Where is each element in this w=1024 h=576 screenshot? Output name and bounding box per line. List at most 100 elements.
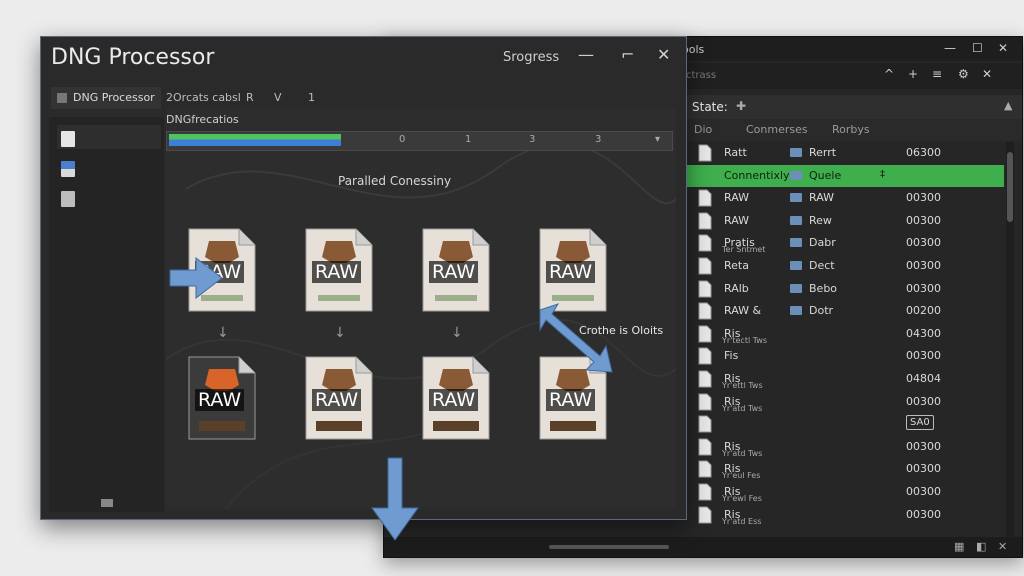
folder-icon xyxy=(790,193,802,203)
file-row[interactable]: SA0 xyxy=(684,413,1004,435)
file-row[interactable]: RAW RAW 00300 xyxy=(684,187,1004,209)
document-icon xyxy=(698,325,712,343)
pin-icon[interactable]: ✚ xyxy=(736,99,746,113)
minimize-button[interactable]: — xyxy=(578,45,594,64)
file-row[interactable]: Ris Yr'atd Tws 00300 xyxy=(684,436,1004,458)
file-value: 00300 xyxy=(906,462,941,476)
file-name: Ris Yr'ewl Fes xyxy=(722,485,762,503)
progress-title: Srogress xyxy=(503,50,560,65)
document-icon xyxy=(698,393,712,411)
tab[interactable]: V xyxy=(274,91,282,104)
vertical-scrollbar[interactable] xyxy=(1006,142,1014,537)
tab[interactable]: 1 xyxy=(308,91,315,104)
minimize-button[interactable]: — xyxy=(944,41,956,55)
raw-file-icon[interactable]: RAW xyxy=(421,355,491,441)
file-row[interactable]: Ris Yr'ewl Fes 00300 xyxy=(684,481,1004,503)
document-icon xyxy=(698,506,712,524)
column-header[interactable]: Rorbys xyxy=(832,123,870,136)
file-row[interactable]: Ris Yr'atd Tws 00300 xyxy=(684,391,1004,413)
raw-file-icon[interactable]: RAW xyxy=(538,227,608,313)
app-tab[interactable]: DNG Processor xyxy=(51,87,161,109)
file-name: Pratis Ter Sntmet xyxy=(722,236,766,255)
row-stepper[interactable]: ‡ xyxy=(880,169,885,180)
document-icon xyxy=(698,257,712,275)
app-tab-label: DNG Processor xyxy=(73,91,155,104)
file-name: Ris Yr'ettl Tws xyxy=(722,372,763,390)
panel-toggle-icon[interactable]: ◧ xyxy=(976,540,986,553)
state-panel-header: State: ✚ ▲ xyxy=(684,95,1022,119)
document-icon xyxy=(698,438,712,456)
plus-icon[interactable]: + xyxy=(908,67,918,81)
raw-file-icon[interactable]: RAW xyxy=(304,227,374,313)
tab[interactable]: 2Orcats cabsl xyxy=(166,91,241,104)
file-row[interactable]: Ris Yr'tectl Tws 04300 xyxy=(684,323,1004,345)
tab[interactable]: R xyxy=(246,91,254,104)
maximize-button[interactable]: ☐ xyxy=(972,41,983,55)
document-icon[interactable] xyxy=(61,131,75,147)
column-header[interactable]: Conmerses xyxy=(746,123,808,136)
file-value: 04804 xyxy=(906,372,941,385)
close-button[interactable]: ✕ xyxy=(998,41,1008,55)
file-value: 00300 xyxy=(906,507,941,521)
file-row[interactable]: Connentixly Quele ‡ xyxy=(684,164,1004,187)
image-file-icon[interactable] xyxy=(61,161,75,177)
file-row[interactable]: RAW Rew 00300 xyxy=(684,210,1004,232)
folder-icon xyxy=(790,306,802,316)
close-button[interactable]: ✕ xyxy=(657,45,670,64)
file-name: Ris Yr'atd Tws xyxy=(722,439,763,458)
document-icon xyxy=(698,415,712,433)
file-row[interactable]: Reta Dect 00300 xyxy=(684,255,1004,277)
tab-row: 2Orcats cabsl R V 1 xyxy=(166,87,666,109)
gear-icon[interactable]: ⚙ xyxy=(958,67,969,81)
raw-file-icon[interactable]: RAW xyxy=(421,227,491,313)
file-row[interactable]: Fis 00300 xyxy=(684,345,1004,367)
window-title: DNG Processor xyxy=(51,45,215,70)
file-row[interactable]: RAW & Dotr 00200 xyxy=(684,300,1004,322)
file-row[interactable]: Ris Yr'ettl Tws 04804 xyxy=(684,368,1004,390)
folder-icon xyxy=(790,283,802,293)
folder-icon xyxy=(790,215,802,225)
dropdown-chevron-icon[interactable]: ▾ xyxy=(655,134,660,145)
document-icon xyxy=(698,347,712,365)
document-icon xyxy=(698,280,712,298)
file-name: Fis xyxy=(724,349,739,363)
document-icon xyxy=(698,212,712,230)
raw-file-icon[interactable]: RAW xyxy=(304,355,374,441)
grid-view-icon[interactable]: ▦ xyxy=(954,540,964,553)
raw-file-icon[interactable]: RAW xyxy=(538,355,608,441)
scrollbar-thumb[interactable] xyxy=(1007,152,1013,222)
column-headers: Dio Conmerses Rorbys xyxy=(684,119,1022,141)
filter-icon[interactable]: ≡ xyxy=(932,67,942,81)
panel-menu-icon[interactable]: ▲ xyxy=(1004,99,1012,112)
file-row[interactable]: RAlb Bebo 00300 xyxy=(684,278,1004,300)
raw-file-icon[interactable]: RAW xyxy=(187,355,257,441)
column-header[interactable]: Dio xyxy=(694,123,712,136)
close-icon[interactable]: ✕ xyxy=(982,67,992,81)
maximize-button[interactable]: ⌐ xyxy=(621,45,634,64)
file-list: Ratt Rerrt 06300 Connentixly Quele ‡ RAW RAW 003… xyxy=(684,142,1004,537)
document-icon xyxy=(698,234,712,252)
file-value: 00300 xyxy=(906,236,941,250)
state-label: State: xyxy=(692,100,728,114)
folder-icon xyxy=(790,238,802,248)
file-value: 00300 xyxy=(906,191,941,205)
horizontal-scrollbar[interactable] xyxy=(549,545,669,549)
file-row[interactable]: Ratt Rerrt 06300 xyxy=(684,142,1004,164)
settings-icon[interactable] xyxy=(101,499,113,507)
toolbar-search-text[interactable]: ctrass xyxy=(686,70,716,81)
file-name: Ris Yr'atd Tws xyxy=(722,394,763,413)
document-icon xyxy=(698,483,712,501)
file-row[interactable]: Pratis Ter Sntmet Dabr 00300 xyxy=(684,232,1004,254)
chevron-up-icon[interactable]: ^ xyxy=(884,67,894,81)
folder-icon[interactable] xyxy=(61,191,75,207)
file-value: 00200 xyxy=(906,304,941,318)
file-row[interactable]: Ris Yr'atd Ess 00300 xyxy=(684,504,1004,526)
close-icon[interactable]: ✕ xyxy=(998,540,1007,553)
progress-fill xyxy=(169,134,341,146)
raw-file-icon[interactable]: RAW xyxy=(187,227,257,313)
file-type: Dect xyxy=(809,259,835,272)
file-value: 00300 xyxy=(906,439,941,453)
file-name: RAlb xyxy=(724,281,749,295)
progress-tick: 1 xyxy=(465,134,472,145)
file-row[interactable]: Ris Yr'eul Fes 00300 xyxy=(684,458,1004,480)
